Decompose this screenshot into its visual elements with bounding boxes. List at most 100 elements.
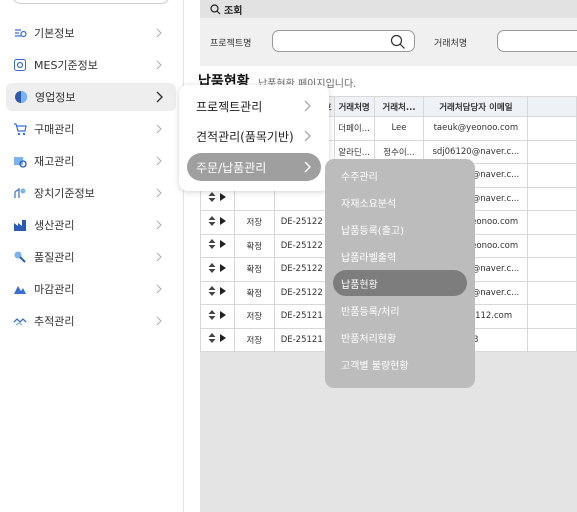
tracking-icon xyxy=(13,314,27,328)
table-cell xyxy=(527,257,577,282)
table-cell: 더페이... xyxy=(333,116,375,141)
sidebar-item-label: MES기준정보 xyxy=(34,59,98,72)
row-controls[interactable] xyxy=(200,210,235,235)
table-cell xyxy=(527,163,577,188)
menu-item-order-delivery[interactable]: 주문/납품관리 xyxy=(187,153,321,181)
mes-standard-icon xyxy=(13,58,27,72)
expand-arrow-icon[interactable] xyxy=(219,310,227,319)
chevron-right-icon xyxy=(156,124,162,134)
sidebar-item-tracking[interactable]: 추적관리 xyxy=(0,307,184,335)
sort-arrows-icon[interactable] xyxy=(208,239,216,250)
flyout-menu-order-delivery: 수주관리 자재소요분석 납품등록(출고) 납품라벨출력 납품현황 반품등록/처리… xyxy=(325,159,475,388)
menu-item-return-status[interactable]: 반품처리현황 xyxy=(325,324,475,350)
sidebar-item-label: 구매관리 xyxy=(34,123,75,136)
chevron-right-icon xyxy=(304,130,311,142)
sidebar-item-label: 기본정보 xyxy=(34,27,75,40)
closing-icon xyxy=(13,282,27,296)
purchase-icon xyxy=(13,122,27,136)
menu-item-delivery-status[interactable]: 납품현황 xyxy=(333,270,467,296)
table-cell: 저장 xyxy=(233,327,275,352)
chevron-right-icon xyxy=(156,60,162,70)
sort-arrows-icon[interactable] xyxy=(208,262,216,273)
table-cell: taeuk@yeonoo.com xyxy=(423,116,529,141)
chevron-right-icon xyxy=(156,91,163,103)
row-controls[interactable] xyxy=(200,280,235,305)
sidebar-item-closing[interactable]: 마감관리 xyxy=(0,275,184,303)
sidebar-item-label: 마감관리 xyxy=(34,283,75,296)
sidebar-item-label: 장치기준정보 xyxy=(34,187,95,200)
chevron-right-icon xyxy=(304,100,311,112)
row-controls[interactable] xyxy=(200,304,235,329)
menu-item-project-management[interactable]: 프로젝트관리 xyxy=(179,92,329,120)
sidebar-item-device[interactable]: 장치기준정보 xyxy=(0,179,184,207)
inventory-icon xyxy=(13,154,27,168)
sidebar-item-label: 품질관리 xyxy=(34,251,75,264)
sidebar-item-label: 생산관리 xyxy=(34,219,75,232)
table-cell: 확정 xyxy=(233,233,275,258)
table-cell: 저장 xyxy=(233,210,275,235)
sidebar-item-inventory[interactable]: 재고관리 xyxy=(0,147,184,175)
chevron-right-icon xyxy=(156,284,162,294)
chevron-right-icon xyxy=(156,156,162,166)
chevron-right-icon xyxy=(304,161,311,173)
chevron-right-icon xyxy=(156,252,162,262)
quality-icon xyxy=(13,250,27,264)
sort-arrows-icon[interactable] xyxy=(208,333,216,344)
menu-item-return-registration[interactable]: 반품등록/처리 xyxy=(325,297,475,323)
expand-arrow-icon[interactable] xyxy=(219,240,227,249)
table-cell xyxy=(527,280,577,305)
row-controls[interactable] xyxy=(200,257,235,282)
sort-arrows-icon[interactable] xyxy=(208,309,216,320)
column-header[interactable]: 거래처담당자 이메일 xyxy=(423,96,529,117)
menu-item-order-management[interactable]: 수주관리 xyxy=(325,162,475,188)
sidebar-item-basic-info[interactable]: 기본정보 xyxy=(0,19,184,47)
device-icon xyxy=(13,186,27,200)
menu-item-defect-by-customer[interactable]: 고객별 불량현황 xyxy=(325,351,475,377)
table-cell: 확정 xyxy=(233,280,275,305)
sales-icon xyxy=(14,90,28,104)
project-label: 프로젝트명 xyxy=(210,39,252,49)
menu-item-material-analysis[interactable]: 자재소요분석 xyxy=(325,189,475,215)
production-icon xyxy=(13,218,27,232)
chevron-right-icon xyxy=(156,316,162,326)
expand-arrow-icon[interactable] xyxy=(219,263,227,272)
sort-arrows-icon[interactable] xyxy=(208,215,216,226)
table-cell xyxy=(527,210,577,235)
sidebar-item-label: 영업정보 xyxy=(35,91,76,104)
menu-item-delivery-registration[interactable]: 납품등록(출고) xyxy=(325,216,475,242)
expand-arrow-icon[interactable] xyxy=(219,216,227,225)
expand-arrow-icon[interactable] xyxy=(219,193,227,202)
column-header[interactable] xyxy=(527,96,577,117)
sidebar-item-mes-standard[interactable]: MES기준정보 xyxy=(0,51,184,79)
search-icon[interactable] xyxy=(390,34,406,50)
column-header[interactable]: 거래처... xyxy=(373,96,425,117)
expand-arrow-icon[interactable] xyxy=(219,334,227,343)
basic-info-icon xyxy=(13,26,27,40)
row-controls[interactable] xyxy=(200,233,235,258)
table-cell: 확정 xyxy=(233,257,275,282)
project-input[interactable] xyxy=(272,30,415,52)
sidebar: 기본정보 MES기준정보 영업정보 구매관리 재고관리 장치기준정보 생산관리 … xyxy=(0,0,184,512)
table-cell xyxy=(527,233,577,258)
sidebar-item-production[interactable]: 생산관리 xyxy=(0,211,184,239)
chevron-right-icon xyxy=(156,220,162,230)
table-cell xyxy=(527,304,577,329)
flyout-menu-sales: 프로젝트관리 견적관리(품목기반) 주문/납품관리 xyxy=(179,85,329,191)
sort-arrows-icon[interactable] xyxy=(208,192,216,203)
table-cell: 저장 xyxy=(233,304,275,329)
search-header: 조회 xyxy=(200,0,577,18)
column-header[interactable]: 거래처명 xyxy=(333,96,375,117)
row-controls[interactable] xyxy=(200,327,235,352)
sidebar-item-purchase[interactable]: 구매관리 xyxy=(0,115,184,143)
menu-item-delivery-label-print[interactable]: 납품라벨출력 xyxy=(325,243,475,269)
sidebar-search-box[interactable] xyxy=(12,0,170,4)
menu-item-quote-management[interactable]: 견적관리(품목기반) xyxy=(179,122,329,150)
sidebar-item-sales[interactable]: 영업정보 xyxy=(6,83,176,111)
search-header-label: 조회 xyxy=(224,5,243,17)
sidebar-item-quality[interactable]: 품질관리 xyxy=(0,243,184,271)
table-cell xyxy=(527,186,577,211)
expand-arrow-icon[interactable] xyxy=(219,287,227,296)
customer-input[interactable] xyxy=(497,30,577,52)
sidebar-item-label: 재고관리 xyxy=(34,155,75,168)
sort-arrows-icon[interactable] xyxy=(208,286,216,297)
